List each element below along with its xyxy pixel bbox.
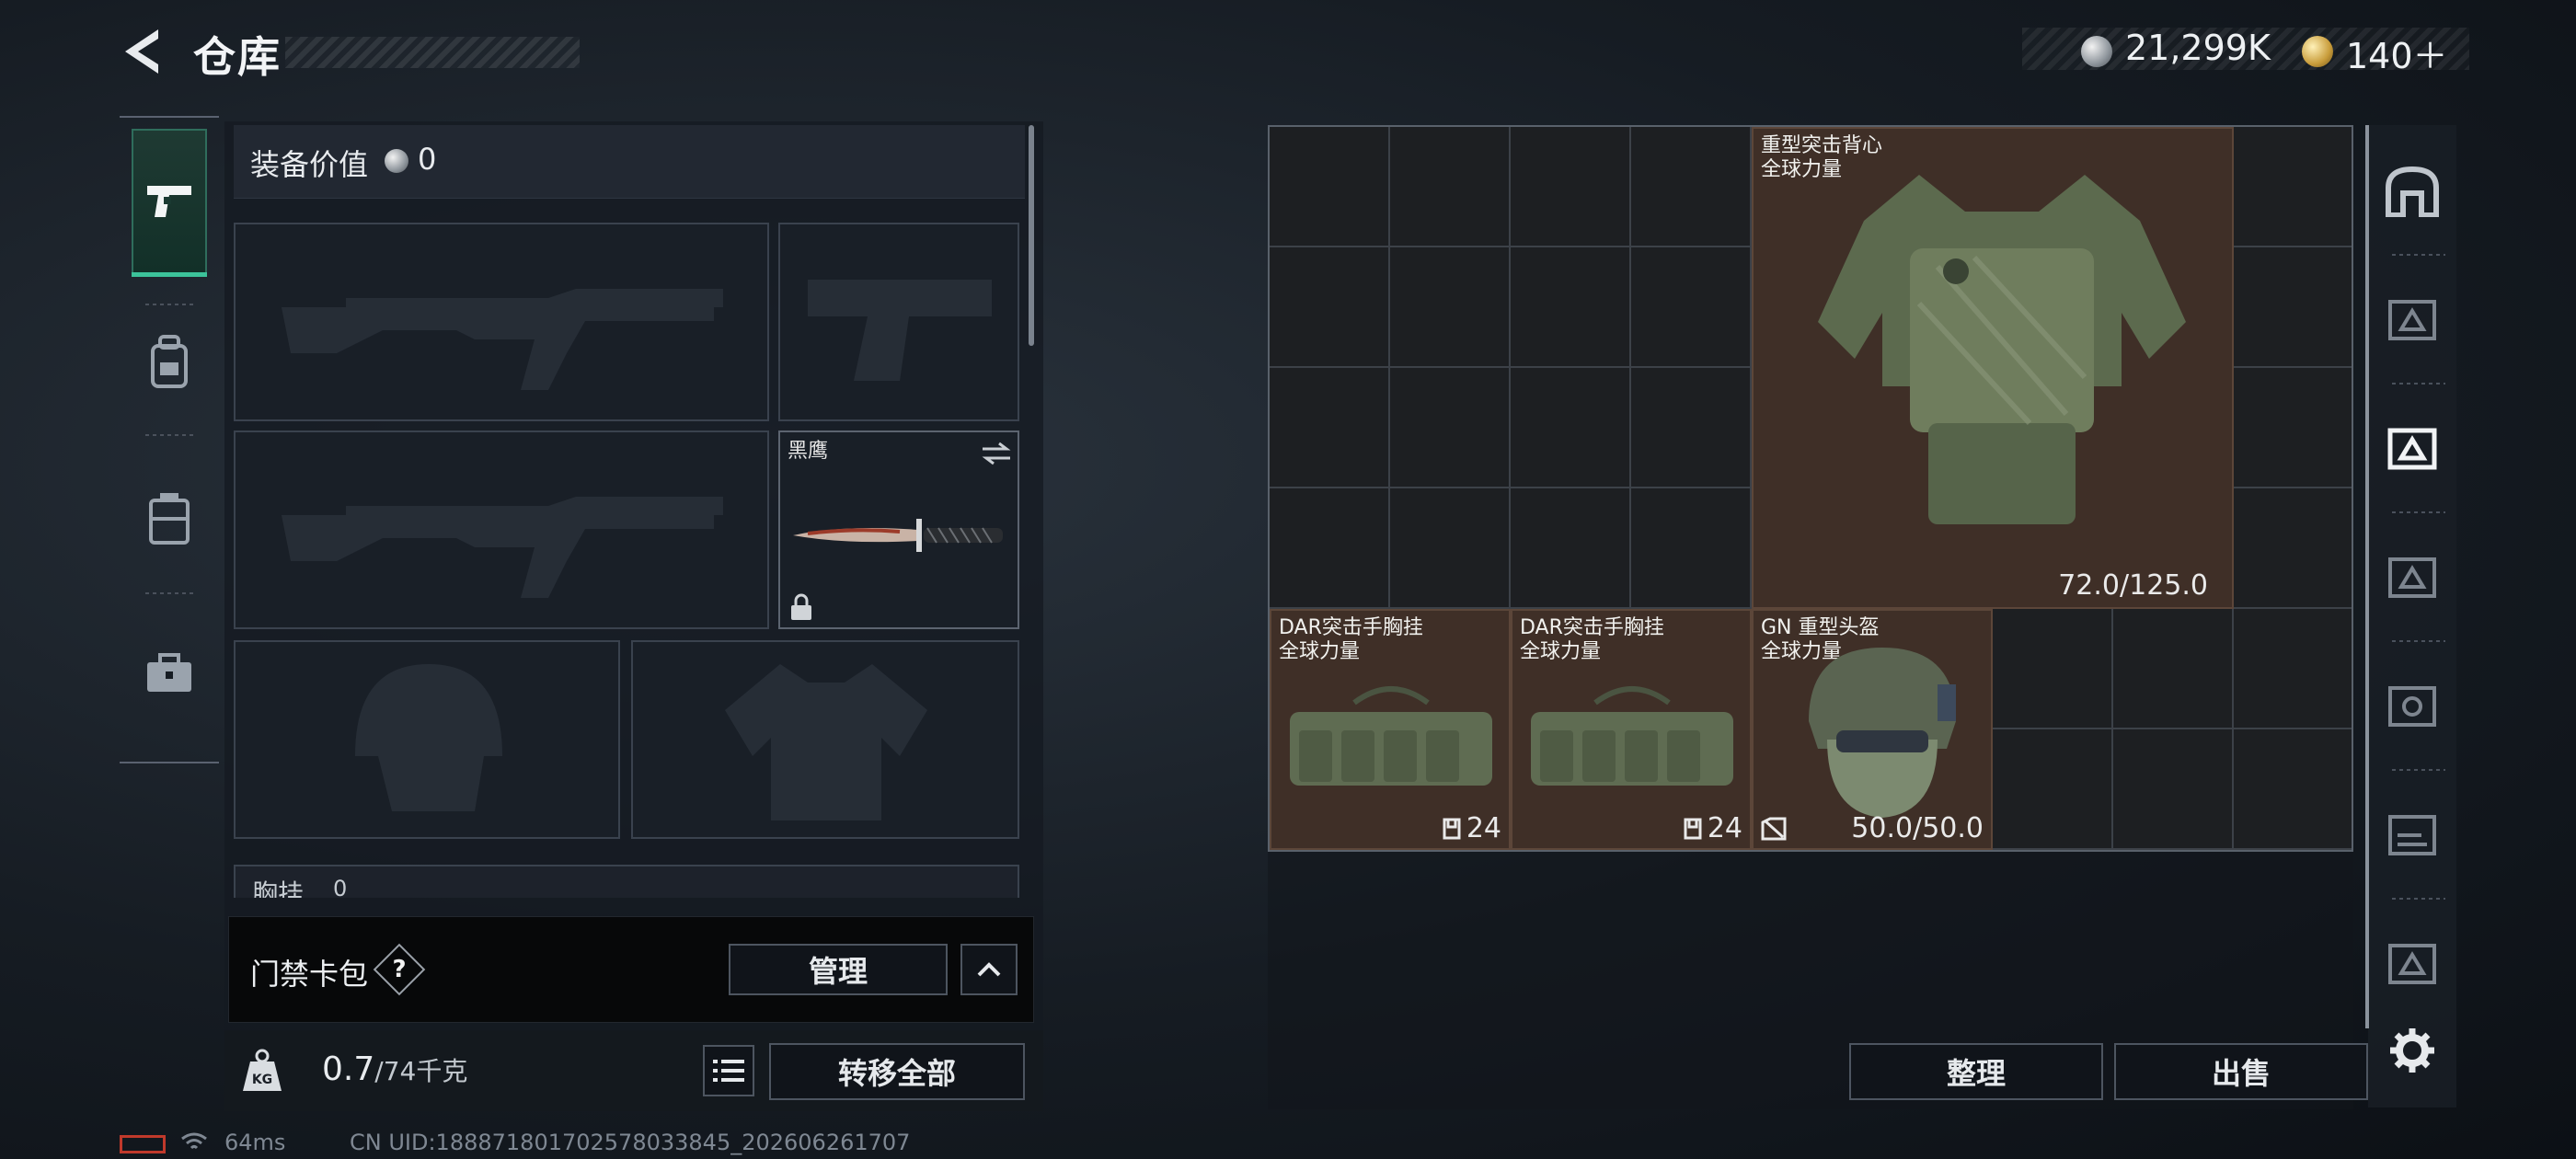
item-capacity: 24	[1443, 812, 1501, 844]
loadout-scrollbar[interactable]	[1029, 125, 1034, 346]
knife-icon	[793, 519, 1003, 552]
tab-separator	[145, 592, 193, 594]
weight-max: /74千克	[374, 1056, 468, 1086]
silver-coin-icon	[2081, 36, 2112, 67]
help-icon[interactable]: ?	[381, 951, 418, 988]
stash-page-icon[interactable]	[2381, 931, 2444, 993]
equipment-value-label: 装备价值	[250, 147, 369, 182]
armor-silhouette-icon	[725, 664, 927, 820]
helmet-icon	[1809, 648, 1956, 818]
chest-rig-icon	[1531, 686, 1733, 786]
rifle-silhouette-icon	[282, 497, 723, 598]
tab-backpack-icon[interactable]	[145, 333, 193, 390]
primary-weapon-slot[interactable]	[234, 223, 769, 421]
section-count: 0	[333, 876, 348, 898]
sell-button[interactable]: 出售	[2114, 1043, 2368, 1100]
stash-item-chest-rig[interactable]: DAR突击手胸挂 全球力量 24	[1270, 609, 1511, 850]
stash-page-icon[interactable]	[2381, 673, 2444, 736]
rifle-silhouette-icon	[282, 289, 723, 390]
tab-separator	[145, 304, 193, 305]
tab-separator	[145, 434, 193, 436]
chest-rig-icon	[1290, 686, 1492, 786]
item-label: DAR突击手胸挂 全球力量	[1271, 611, 1509, 664]
body-armor-slot[interactable]	[631, 640, 1019, 839]
tab-active-indicator	[132, 272, 207, 277]
svg-text:KG: KG	[252, 1073, 272, 1087]
value-coin-icon	[385, 149, 408, 173]
section-label: 胸挂	[252, 878, 305, 898]
chest-rig-section-header: 胸挂 0	[234, 865, 1019, 898]
list-view-button[interactable]	[703, 1045, 754, 1096]
pistol-icon	[147, 186, 191, 217]
stash-page-icon-active[interactable]	[2381, 416, 2444, 478]
manage-button[interactable]: 管理	[729, 944, 948, 995]
stash-page-icon[interactable]	[2381, 287, 2444, 350]
organize-button[interactable]: 整理	[1849, 1043, 2103, 1100]
item-name: DAR突击手胸挂	[1279, 616, 1423, 639]
capacity-value: 24	[1707, 812, 1742, 844]
title-decoration	[285, 37, 580, 68]
stash-page-scrollbar[interactable]	[2365, 125, 2369, 1028]
gold-coin-icon	[2302, 36, 2333, 67]
swap-icon[interactable]	[979, 440, 1014, 467]
page-title: 仓库	[193, 32, 282, 82]
rail-separator	[2392, 898, 2445, 900]
list-icon	[713, 1060, 744, 1082]
broken-armor-icon	[1761, 817, 1787, 841]
weight-value: 0.7	[322, 1050, 375, 1088]
tab-rig-icon[interactable]	[147, 491, 191, 546]
capacity-icon	[1684, 818, 1702, 839]
helmet-silhouette-icon	[355, 664, 502, 811]
item-durability: 50.0/50.0	[1851, 812, 1984, 844]
item-name: GN 重型头盔	[1761, 616, 1880, 639]
capacity-icon	[1443, 818, 1461, 839]
stash-item-heavy-vest[interactable]: 重型突击背心 全球力量 72.0/125.0	[1752, 127, 2234, 609]
stash-item-helmet[interactable]: GN 重型头盔 全球力量 50.0/50.0	[1752, 609, 1993, 850]
weight-current: 0.7/74千克	[322, 1050, 467, 1088]
stash-page-icon[interactable]	[2381, 802, 2444, 865]
lock-icon	[791, 593, 811, 620]
wifi-icon	[181, 1132, 207, 1150]
battery-icon	[120, 1135, 166, 1153]
secondary-weapon-slot[interactable]	[234, 430, 769, 629]
stash-page-icon[interactable]	[2381, 545, 2444, 607]
item-capacity: 24	[1684, 812, 1742, 844]
weight-kg-icon: KG	[243, 1049, 282, 1091]
item-brand: 全球力量	[1279, 640, 1361, 663]
stash-home-icon[interactable]	[2381, 160, 2444, 223]
rail-separator	[2392, 383, 2445, 384]
helmet-slot[interactable]	[234, 640, 620, 839]
rail-separator	[2392, 511, 2445, 513]
equipment-value: 0	[418, 142, 437, 177]
melee-name: 黑鹰	[788, 440, 829, 463]
chevron-up-icon	[977, 962, 1001, 977]
ping-readout: 64ms	[224, 1130, 286, 1155]
keycard-label: 门禁卡包	[250, 957, 369, 992]
item-label: DAR突击手胸挂 全球力量	[1512, 611, 1750, 664]
sidearm-slot[interactable]	[778, 223, 1019, 421]
rail-separator	[2392, 769, 2445, 771]
rail-separator	[2392, 640, 2445, 642]
transfer-all-button[interactable]: 转移全部	[769, 1043, 1025, 1100]
collapse-button[interactable]	[960, 944, 1018, 995]
stash-item-chest-rig[interactable]: DAR突击手胸挂 全球力量 24	[1511, 609, 1752, 850]
settings-gear-icon[interactable]	[2381, 1019, 2444, 1082]
silver-amount: 21,299K	[2125, 28, 2271, 68]
gold-amount[interactable]: 140＋	[2346, 28, 2448, 78]
melee-slot[interactable]: 黑鹰	[778, 430, 1019, 629]
pistol-silhouette-icon	[808, 280, 992, 381]
back-arrow-icon[interactable]	[120, 26, 166, 77]
item-name: DAR突击手胸挂	[1520, 616, 1664, 639]
capacity-value: 24	[1466, 812, 1501, 844]
item-durability: 72.0/125.0	[2058, 569, 2208, 602]
player-uid: CN UID:18887180170257803384­5_2026062617…	[350, 1130, 911, 1155]
item-brand: 全球力量	[1520, 640, 1602, 663]
body-armor-icon	[1818, 175, 2186, 524]
rail-separator	[2392, 254, 2445, 256]
tab-toolbox-icon[interactable]	[145, 653, 193, 694]
